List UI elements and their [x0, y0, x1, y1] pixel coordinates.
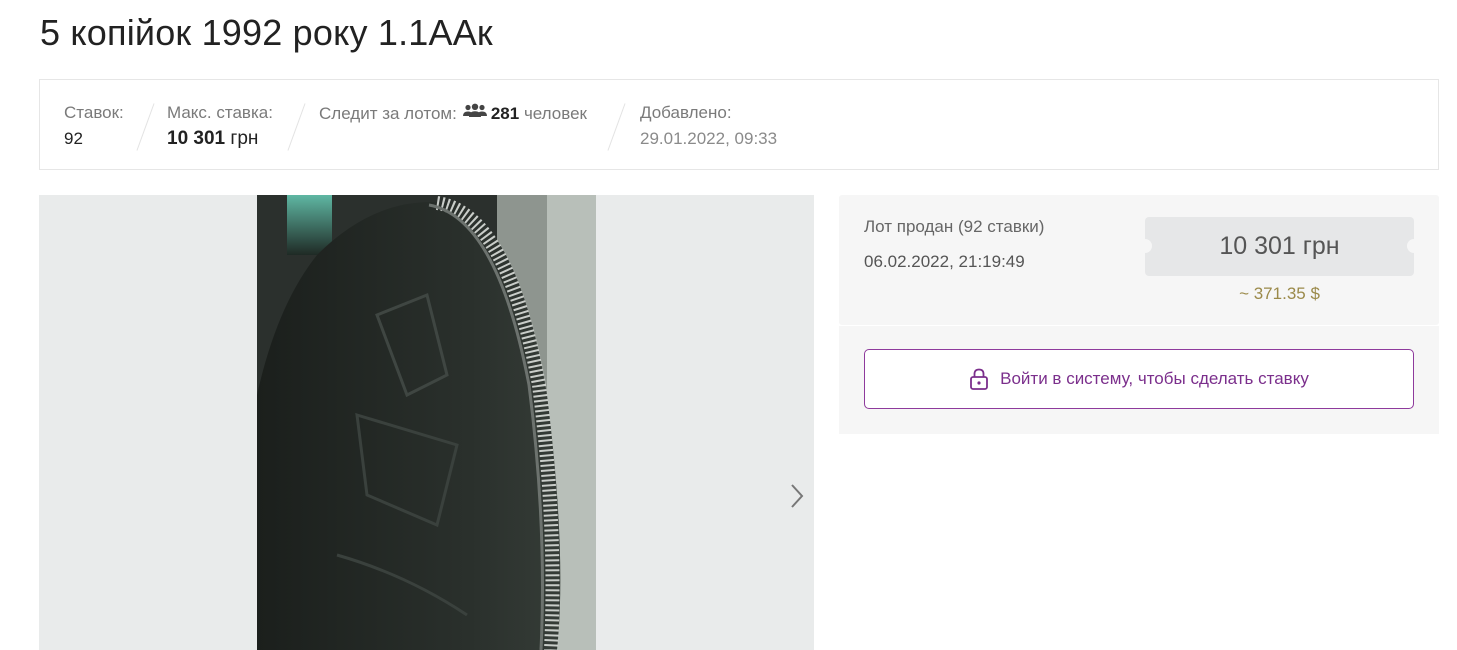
- final-price-usd: ~ 371.35 $: [1239, 284, 1320, 303]
- bids-stat: Ставок: 92: [64, 100, 124, 152]
- sold-status: Лот продан (92 ставки): [864, 217, 1045, 236]
- max-bid-value: 10 301 грн: [167, 126, 273, 152]
- lock-icon: [969, 368, 989, 390]
- sale-result-box: Лот продан (92 ставки) 06.02.2022, 21:19…: [839, 195, 1439, 325]
- watchers-stat: Следит за лотом: 281 человек: [319, 100, 587, 129]
- bid-login-box: Войти в систему, чтобы сделать ставку: [839, 326, 1439, 434]
- final-price: 10 301 грн: [1138, 217, 1421, 276]
- lot-photo-gallery[interactable]: [39, 195, 814, 650]
- watchers-count: 281: [490, 103, 520, 123]
- bids-label: Ставок:: [64, 103, 124, 122]
- chevron-right-icon[interactable]: [787, 481, 807, 511]
- bids-value: 92: [64, 129, 83, 148]
- added-value: 29.01.2022, 09:33: [640, 129, 778, 148]
- login-to-bid-button[interactable]: Войти в систему, чтобы сделать ставку: [864, 349, 1414, 409]
- login-button-label: Войти в систему, чтобы сделать ставку: [1000, 369, 1309, 388]
- max-bid-label: Макс. ставка:: [167, 103, 273, 122]
- stat-divider: [607, 103, 626, 151]
- max-bid-currency: грн: [230, 128, 259, 149]
- lot-page: 5 копійок 1992 року 1.1ААк Ставок: 92 Ма…: [0, 0, 1457, 650]
- page-title: 5 копійок 1992 року 1.1ААк: [40, 12, 493, 53]
- watchers-unit: человек: [523, 103, 587, 123]
- watchers-label: Следит за лотом:: [319, 103, 457, 123]
- stat-divider: [287, 103, 306, 151]
- max-bid-stat: Макс. ставка: 10 301 грн: [167, 100, 273, 152]
- lot-photo[interactable]: [257, 195, 596, 650]
- sold-date: 06.02.2022, 21:19:49: [864, 252, 1025, 271]
- stat-divider: [136, 103, 155, 151]
- lot-stats-bar: Ставок: 92 Макс. ставка: 10 301 грн След…: [39, 79, 1439, 170]
- people-icon: [462, 100, 487, 126]
- max-bid-amount: 10 301: [167, 128, 226, 149]
- added-stat: Добавлено: 29.01.2022, 09:33: [640, 100, 777, 152]
- added-label: Добавлено:: [640, 103, 732, 122]
